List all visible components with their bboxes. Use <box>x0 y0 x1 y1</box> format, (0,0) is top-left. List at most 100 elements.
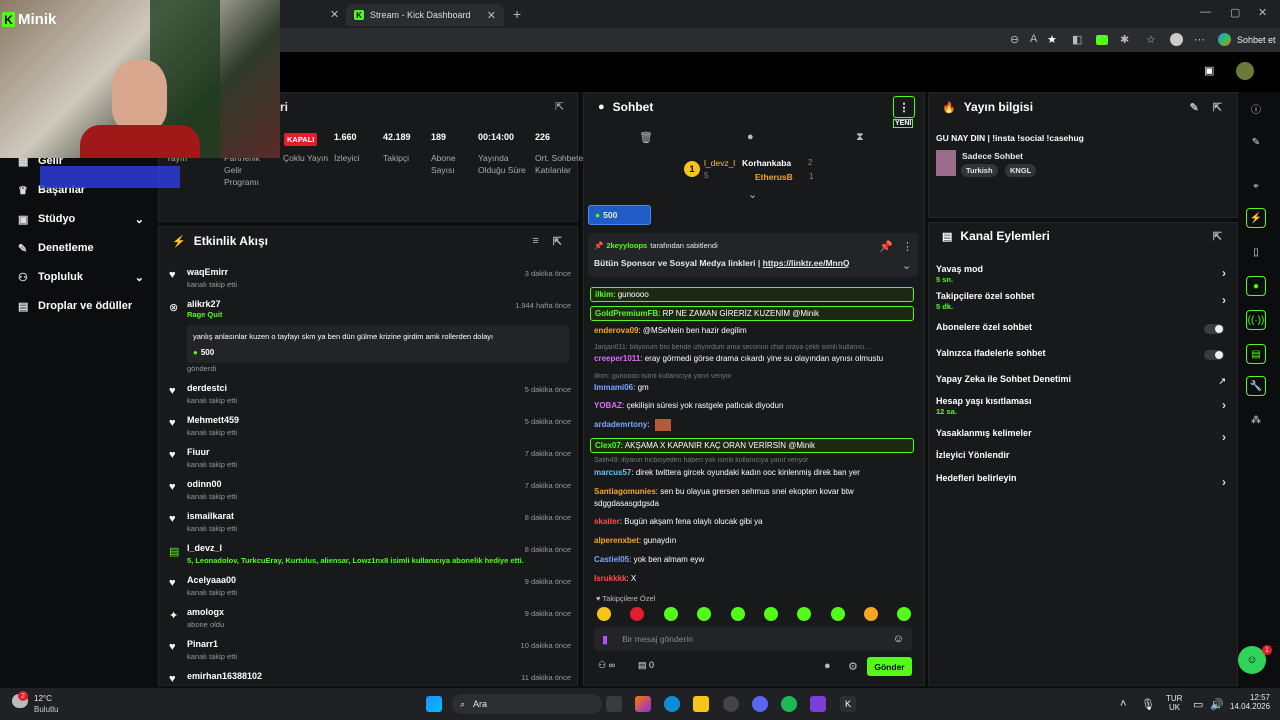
activity-username[interactable]: Mehmett459 <box>187 415 239 425</box>
mic-icon[interactable]: ▮ <box>602 633 608 646</box>
chat-username[interactable]: marcus57 <box>594 468 631 477</box>
toggle-switch[interactable] <box>1204 350 1224 360</box>
hourglass-icon[interactable]: ⧗ <box>856 131 864 144</box>
pinned-link[interactable]: https://linktr.ee/MnnQ <box>763 258 850 268</box>
wrench-icon[interactable]: 🔧 <box>1246 376 1266 396</box>
gear-icon[interactable]: ⚙ <box>848 660 858 673</box>
target-icon[interactable]: ⌖ <box>1246 176 1266 196</box>
chevron-right-icon[interactable]: › <box>1222 266 1226 280</box>
chat-settings-bubble-icon[interactable]: ● <box>824 660 831 672</box>
minimize-icon[interactable]: — <box>1200 6 1211 18</box>
display-icon[interactable]: ▭ <box>1193 698 1203 711</box>
chevron-right-icon[interactable]: › <box>1222 475 1226 489</box>
channel-action-item[interactable]: Takipçilere özel sohbet 5 dk. › <box>936 291 1232 311</box>
expand-icon[interactable]: ⌄ <box>748 188 757 201</box>
clock[interactable]: 12:57 14.04.2026 <box>1230 693 1270 711</box>
lightning-icon[interactable]: ⚡ <box>1246 208 1266 228</box>
spotify-icon[interactable] <box>781 696 797 712</box>
window-close-icon[interactable]: ✕ <box>1258 6 1267 19</box>
category-name[interactable]: Sadece Sohbet <box>962 151 1023 161</box>
activity-username[interactable]: emirhan16388102 <box>187 671 262 681</box>
activity-username[interactable]: derdestci <box>187 383 227 393</box>
taskbar-search[interactable]: ⌕ Ara <box>452 694 602 714</box>
chat-username[interactable]: skaiter <box>594 517 620 526</box>
channel-action-item[interactable]: İzleyici Yönlendir <box>936 450 1232 470</box>
chat-icon[interactable]: ● <box>747 131 754 143</box>
user-avatar[interactable] <box>1236 62 1254 80</box>
task-view-icon[interactable] <box>606 696 622 712</box>
emoji-icon[interactable]: ☺ <box>893 633 904 645</box>
maximize-icon[interactable]: ▢ <box>1230 6 1240 19</box>
chat-username[interactable]: Immami06 <box>594 383 633 392</box>
chat-username[interactable]: GoldPremiumFB <box>595 309 658 318</box>
kick-extension-icon[interactable] <box>1096 35 1108 45</box>
emote-icon[interactable] <box>731 607 745 621</box>
windows-start-icon[interactable] <box>426 696 442 712</box>
pinned-menu-icon[interactable]: ⋮ <box>902 240 913 253</box>
chat-username[interactable]: creeper1011 <box>594 354 640 363</box>
page-icon[interactable]: ▯ <box>1246 242 1266 262</box>
browser-tab-active[interactable]: K Stream - Kick Dashboard ✕ <box>346 4 504 26</box>
copilot-app-icon[interactable] <box>635 696 651 712</box>
chat-username[interactable]: Clex07 <box>595 441 621 450</box>
emote-icon[interactable] <box>897 607 911 621</box>
sidebar-item[interactable]: ▣ Stüdyo ⌄ <box>0 205 158 233</box>
popout-icon[interactable]: ⇱ <box>1213 230 1222 243</box>
chat-username[interactable]: Castiel05 <box>594 555 629 564</box>
channel-action-item[interactable]: Yalnızca ifadelerle sohbet <box>936 348 1232 368</box>
close-tab-icon[interactable]: ✕ <box>487 9 496 22</box>
discord-icon[interactable] <box>752 696 768 712</box>
pencil-icon[interactable]: ✎ <box>1190 101 1199 114</box>
kicks-pill[interactable]: ● 500 <box>588 205 651 225</box>
channel-action-item[interactable]: Yapay Zeka ile Sohbet Denetimi ↗ <box>936 374 1232 394</box>
emote-icon[interactable] <box>597 607 611 621</box>
chat-username[interactable]: alperenxbet <box>594 536 639 545</box>
emote-icon[interactable] <box>697 607 711 621</box>
info-icon[interactable]: ⓘ <box>1246 98 1266 118</box>
emote-icon[interactable] <box>797 607 811 621</box>
channel-action-item[interactable]: Hedefleri belirleyin › <box>936 473 1232 493</box>
extension-icon[interactable]: ◧ <box>1072 33 1082 46</box>
volume-icon[interactable]: 🔊 <box>1210 698 1224 711</box>
activity-username[interactable]: Pinarr1 <box>187 639 218 649</box>
chat-username[interactable]: ilkim <box>595 290 613 299</box>
actions-rail-icon[interactable]: ▤ <box>1246 344 1266 364</box>
emote-icon[interactable] <box>864 607 878 621</box>
zoom-icon[interactable]: ⊖ <box>1010 33 1019 46</box>
activity-username[interactable]: waqEmirr <box>187 267 228 277</box>
kick-app-icon[interactable]: K <box>840 696 856 712</box>
chat-username[interactable]: enderova09 <box>594 326 638 335</box>
chevron-right-icon[interactable]: › <box>1222 398 1226 412</box>
copilot-label[interactable]: Sohbet et <box>1237 35 1276 45</box>
pinned-message[interactable] <box>588 233 918 277</box>
sidebar-item[interactable]: ⚇ Topluluk ⌄ <box>0 263 158 291</box>
microphone-icon[interactable]: 🎙 <box>1141 698 1155 711</box>
activity-username[interactable]: Fiuur <box>187 447 210 457</box>
sidebar-item[interactable]: ✎ Denetleme <box>0 234 158 262</box>
favorite-star-icon[interactable]: ★ <box>1047 33 1057 46</box>
filter-icon[interactable]: ≡ <box>532 235 538 247</box>
collections-icon[interactable]: ☆ <box>1146 33 1156 46</box>
chat-username[interactable]: Isrukkkk <box>594 574 626 583</box>
profile-avatar[interactable] <box>1170 33 1183 46</box>
pencil-icon[interactable]: ✎ <box>1246 132 1266 152</box>
chat-username[interactable]: YOBAZ <box>594 401 622 410</box>
new-tab-icon[interactable]: + <box>513 6 521 22</box>
emote-icon[interactable] <box>630 607 644 621</box>
chat-username[interactable]: ardademrtony <box>594 420 647 429</box>
chevron-up-icon[interactable]: ˄ <box>1120 698 1126 710</box>
tag-pill[interactable]: Turkish <box>961 164 998 177</box>
extensions-puzzle-icon[interactable]: ✱ <box>1120 33 1129 46</box>
read-aloud-icon[interactable]: A <box>1030 33 1037 45</box>
tag-pill[interactable]: KNGL <box>1005 164 1037 177</box>
more-menu-icon[interactable]: ⋯ <box>1194 33 1205 46</box>
pin-icon[interactable]: 📌 <box>879 240 893 253</box>
emote-icon[interactable] <box>764 607 778 621</box>
chevron-right-icon[interactable]: › <box>1222 293 1226 307</box>
channel-action-item[interactable]: Abonelere özel sohbet <box>936 322 1232 342</box>
chat-rail-icon[interactable]: ● <box>1246 276 1266 296</box>
close-tab-icon[interactable]: ✕ <box>330 8 339 21</box>
activity-username[interactable]: Acelyaaa00 <box>187 575 236 585</box>
channel-action-item[interactable]: Hesap yaşı kısıtlaması 12 sa. › <box>936 396 1232 416</box>
activity-username[interactable]: alikrk27 <box>187 299 221 309</box>
